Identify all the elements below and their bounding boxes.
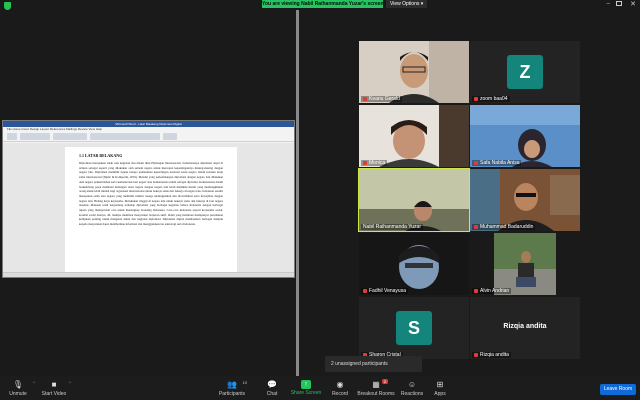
participant-tile: Fadhil Venayusa — [359, 233, 469, 295]
microphone-muted-icon: 🎙 — [12, 380, 24, 389]
participant-name: Monica — [361, 160, 388, 166]
participant-tile: Rizqia andita Rizqia andita — [470, 297, 580, 359]
unassigned-participants-notice[interactable]: 2 unassigned participants — [325, 356, 422, 372]
record-button[interactable]: ◉ Record — [322, 378, 358, 399]
participant-video — [470, 233, 580, 295]
font-controls — [20, 133, 50, 140]
close-icon[interactable]: ✕ — [630, 0, 636, 8]
document-heading: 1.1 LATAR BELAKANG — [79, 153, 123, 158]
document-body-text: Diplomasi merupakan salah satu kegiatan … — [79, 161, 223, 227]
participant-tile: Alvin Andrian — [470, 233, 580, 295]
participant-name: Safa Nabila Anisa — [472, 160, 522, 166]
breakout-rooms-button[interactable]: ▦ 2 Breakout Rooms — [356, 378, 396, 399]
participant-video — [470, 169, 580, 231]
apps-button[interactable]: ⊞ Apps — [422, 378, 458, 399]
participant-tile: Muhammad Badaruddin — [470, 169, 580, 231]
chat-button[interactable]: 💬 Chat — [254, 378, 290, 399]
share-screen-button[interactable]: ↑ Share Screen — [288, 378, 324, 399]
participant-name: Muhammad Badaruddin — [472, 224, 536, 230]
participant-name: Alvin Andrian — [472, 288, 512, 294]
styles-gallery — [90, 133, 160, 140]
participant-tile: Safa Nabila Anisa — [470, 105, 580, 167]
word-ribbon: File Home Insert Design Layout Reference… — [3, 127, 294, 142]
word-status-bar — [3, 272, 294, 277]
security-shield-icon[interactable] — [4, 2, 11, 10]
participant-tile: S Sharon Cristal — [359, 297, 469, 359]
chat-bubble-icon: 💬 — [267, 380, 277, 389]
start-video-button[interactable]: ■ ^ Start Video — [36, 378, 72, 399]
record-icon: ◉ — [336, 380, 344, 389]
participant-avatar: Z — [507, 55, 543, 89]
participant-video — [470, 105, 580, 167]
participant-name: Keanu Gerald — [361, 96, 402, 102]
mic-muted-icon — [474, 161, 478, 165]
participant-video — [359, 105, 469, 167]
leave-room-button[interactable]: Leave Room — [600, 384, 636, 395]
paste-icon — [7, 133, 17, 140]
mic-muted-icon — [474, 225, 478, 229]
minimize-icon[interactable]: – — [607, 1, 610, 7]
shared-word-window: Microsoft Word - Latar Belakang Diplomas… — [2, 120, 295, 278]
mic-muted-icon — [474, 289, 478, 293]
participants-count: 10 — [242, 380, 247, 385]
participant-name: zoom baa04 — [472, 96, 510, 102]
mic-muted-icon — [363, 97, 367, 101]
mic-muted-icon — [363, 161, 367, 165]
viewing-screen-banner: You are viewing Nabil Raihanmanda Yuzar'… — [262, 0, 383, 8]
participant-tile: Monica — [359, 105, 469, 167]
mic-muted-icon — [474, 353, 478, 357]
participant-video — [359, 233, 469, 295]
participant-name: Fadhil Venayusa — [361, 288, 408, 294]
participant-video — [359, 169, 469, 231]
word-ribbon-tools — [7, 133, 290, 141]
maximize-icon[interactable] — [616, 1, 622, 6]
breakout-rooms-icon: ▦ — [372, 380, 380, 389]
document-page: 1.1 LATAR BELAKANG Diplomasi merupakan s… — [65, 147, 237, 273]
video-camera-icon: ■ — [51, 380, 57, 389]
participant-name: Rizqia andita — [472, 352, 511, 358]
word-document-area: 1.1 LATAR BELAKANG Diplomasi merupakan s… — [3, 143, 294, 273]
paragraph-controls — [53, 133, 87, 140]
meeting-toolbar: 🎙 ^ Unmute ■ ^ Start Video 👥 10 Particip… — [0, 376, 640, 400]
view-options-button[interactable]: View Options ▾ — [386, 0, 428, 8]
apps-grid-icon: ⊞ — [436, 380, 444, 389]
chevron-up-icon[interactable]: ^ — [33, 380, 35, 385]
editing-controls — [163, 133, 177, 140]
unmute-button[interactable]: 🎙 ^ Unmute — [0, 378, 36, 399]
mic-muted-icon — [363, 289, 367, 293]
participant-tile: Z zoom baa04 — [470, 41, 580, 103]
top-bar: You are viewing Nabil Raihanmanda Yuzar'… — [0, 0, 640, 10]
split-view-divider[interactable] — [296, 10, 299, 376]
participant-tile: Keanu Gerald — [359, 41, 469, 103]
participant-name: Nabil Raihanmanda Yuzar — [361, 224, 424, 230]
participant-tile-active-speaker: Nabil Raihanmanda Yuzar — [358, 168, 470, 232]
chevron-up-icon[interactable]: ^ — [69, 380, 71, 385]
mic-muted-icon — [474, 97, 478, 101]
participant-display-name: Rizqia andita — [503, 323, 547, 330]
share-screen-icon: ↑ — [301, 380, 311, 389]
participant-video — [359, 41, 469, 103]
zoom-meeting-window: You are viewing Nabil Raihanmanda Yuzar'… — [0, 0, 640, 400]
word-ribbon-tabs: File Home Insert Design Layout Reference… — [7, 127, 102, 131]
breakout-notification-badge: 2 — [382, 379, 388, 384]
participant-avatar: S — [396, 311, 432, 345]
participants-button[interactable]: 👥 10 Participants — [214, 378, 250, 399]
